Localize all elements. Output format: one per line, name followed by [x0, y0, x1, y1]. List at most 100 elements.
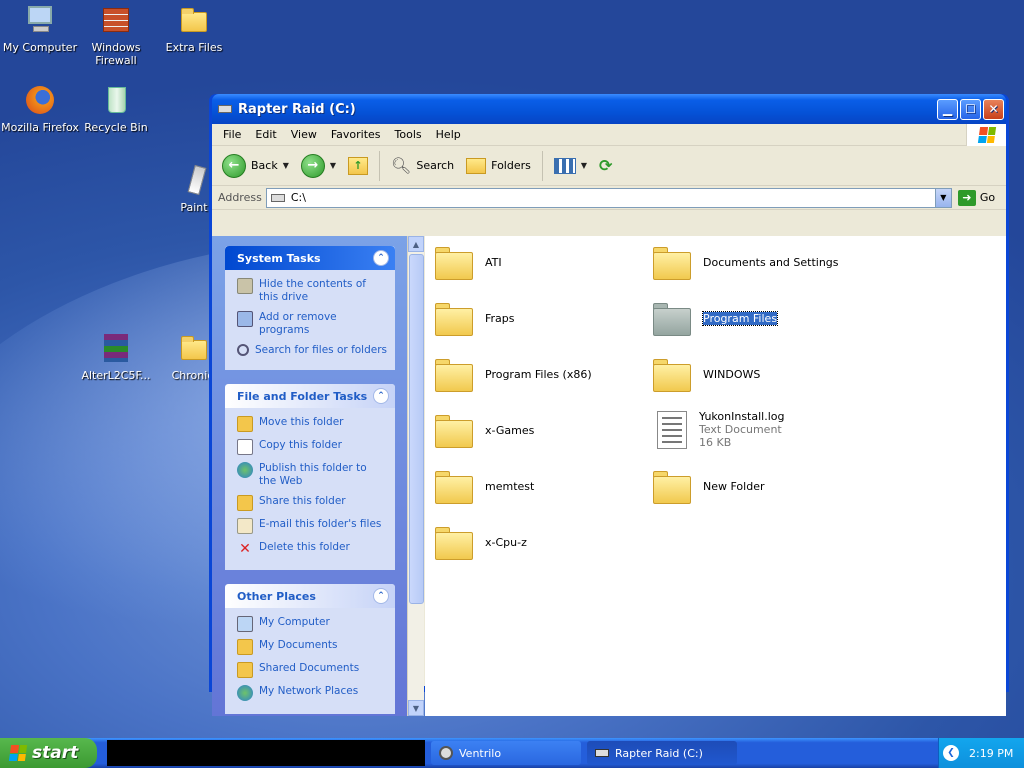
- folder-item[interactable]: x-Games: [435, 414, 534, 448]
- go-button[interactable]: ➜ Go: [957, 189, 995, 206]
- folder-item[interactable]: Program Files (x86): [435, 358, 592, 392]
- text-document-icon: [657, 410, 687, 449]
- menu-edit[interactable]: Edit: [248, 128, 283, 141]
- folder-item[interactable]: New Folder: [653, 470, 764, 504]
- folder-item[interactable]: x-Cpu-z: [435, 526, 527, 560]
- show-hidden-icons-button[interactable]: ❮: [943, 745, 959, 761]
- item-name: x-Cpu-z: [485, 535, 527, 549]
- task-share-folder[interactable]: Share this folder: [237, 495, 387, 511]
- panel-title: File and Folder Tasks: [237, 389, 368, 403]
- desktop-icon-extra-files[interactable]: Extra Files: [154, 4, 234, 54]
- desktop-icon-my-computer[interactable]: My Computer: [0, 4, 80, 54]
- folder-item[interactable]: memtest: [435, 470, 534, 504]
- folder-icon: [435, 526, 473, 560]
- up-folder-button[interactable]: ↑: [344, 154, 372, 178]
- menu-tools[interactable]: Tools: [388, 128, 429, 141]
- menu-bar: File Edit View Favorites Tools Help: [212, 124, 1006, 146]
- back-button[interactable]: ← Back ▼: [218, 151, 293, 181]
- toolbar-separator: [379, 150, 381, 181]
- place-my-computer[interactable]: My Computer: [237, 616, 387, 632]
- task-label: Move this folder: [259, 416, 344, 428]
- desktop-icon-firefox[interactable]: Mozilla Firefox: [0, 84, 80, 134]
- window-title: Rapter Raid (C:): [238, 101, 356, 117]
- scroll-down-button[interactable]: ▼: [408, 700, 424, 716]
- collapse-chevron-icon[interactable]: ⌃: [373, 588, 389, 604]
- place-my-documents[interactable]: My Documents: [237, 639, 387, 655]
- maximize-icon: ☐: [965, 102, 976, 116]
- taskbar-item-explorer[interactable]: Rapter Raid (C:): [587, 741, 737, 765]
- task-search-files[interactable]: Search for files or folders: [237, 344, 387, 357]
- title-bar[interactable]: Rapter Raid (C:) ▁ ☐ ✕: [212, 94, 1006, 124]
- start-label: start: [32, 743, 79, 763]
- folder-item[interactable]: ATI: [435, 246, 502, 280]
- recycle-bin-icon: [99, 84, 133, 118]
- place-label: My Computer: [259, 616, 330, 628]
- minimize-button[interactable]: ▁: [937, 98, 958, 120]
- search-label: Search: [416, 159, 455, 172]
- close-button[interactable]: ✕: [983, 98, 1004, 120]
- task-publish-web[interactable]: Publish this folder to the Web: [237, 462, 387, 488]
- start-button[interactable]: start: [0, 738, 97, 768]
- menu-file[interactable]: File: [216, 128, 248, 141]
- dropdown-arrow-icon[interactable]: ▼: [283, 161, 289, 170]
- firewall-icon: [99, 4, 133, 38]
- scroll-up-button[interactable]: ▲: [408, 236, 424, 252]
- winrar-icon: [99, 332, 133, 366]
- folder-item-selected[interactable]: Program Files: [653, 302, 779, 336]
- share-folder-icon: [237, 495, 253, 511]
- collapse-chevron-icon[interactable]: ⌃: [373, 250, 389, 266]
- other-places-header[interactable]: Other Places ⌃: [225, 584, 395, 608]
- taskbar-item-ventrilo[interactable]: Ventrilo: [431, 741, 581, 765]
- folder-icon: [435, 302, 473, 336]
- desktop-icon-archive[interactable]: AlterL2C5F...: [76, 332, 156, 382]
- menu-favorites[interactable]: Favorites: [324, 128, 388, 141]
- task-hide-contents[interactable]: Hide the contents of this drive: [237, 278, 387, 304]
- scroll-thumb[interactable]: [409, 254, 424, 604]
- task-email-files[interactable]: E-mail this folder's files: [237, 518, 387, 534]
- desktop-icon-windows-firewall[interactable]: Windows Firewall: [76, 4, 156, 67]
- task-delete-folder[interactable]: ✕ Delete this folder: [237, 541, 387, 557]
- task-pane-scrollbar[interactable]: ▲ ▼: [407, 236, 424, 716]
- windows-logo: [966, 124, 1006, 146]
- folder-icon: [177, 332, 211, 366]
- chevron-down-icon: ▼: [940, 193, 947, 202]
- task-move-folder[interactable]: Move this folder: [237, 416, 387, 432]
- menu-view[interactable]: View: [284, 128, 324, 141]
- collapse-chevron-icon[interactable]: ⌃: [373, 388, 389, 404]
- desktop-icon-recycle-bin[interactable]: Recycle Bin: [76, 84, 156, 134]
- place-shared-documents[interactable]: Shared Documents: [237, 662, 387, 678]
- system-tasks-header[interactable]: System Tasks ⌃: [225, 246, 395, 270]
- windows-flag-icon: [8, 745, 28, 761]
- clock[interactable]: 2:19 PM: [969, 747, 1013, 760]
- place-label: Shared Documents: [259, 662, 360, 674]
- folder-item[interactable]: Documents and Settings: [653, 246, 839, 280]
- delete-x-icon: ✕: [239, 541, 251, 557]
- maximize-button[interactable]: ☐: [960, 98, 981, 120]
- item-type: Text Document: [699, 423, 782, 436]
- address-input[interactable]: C:\ ▼: [265, 187, 952, 208]
- explorer-window: Rapter Raid (C:) ▁ ☐ ✕ File Edit View Fa…: [209, 94, 1009, 716]
- toolbar: ← Back ▼ → ▼ ↑ 🔍︎ Search Folders ▼ ⟳: [212, 146, 1006, 186]
- search-button[interactable]: 🔍︎ Search: [387, 153, 458, 178]
- place-label: My Documents: [259, 639, 338, 651]
- place-label: My Network Places: [259, 685, 359, 697]
- menu-help[interactable]: Help: [429, 128, 468, 141]
- views-button[interactable]: ▼: [550, 155, 591, 177]
- sync-button[interactable]: ⟳: [595, 153, 616, 178]
- place-network-places[interactable]: My Network Places: [237, 685, 387, 701]
- folder-item[interactable]: Fraps: [435, 302, 515, 336]
- dropdown-arrow-icon[interactable]: ▼: [330, 161, 336, 170]
- back-label: Back: [251, 159, 278, 172]
- folder-icon: [435, 246, 473, 280]
- drive-icon: [595, 749, 609, 757]
- folders-button[interactable]: Folders: [462, 155, 535, 177]
- file-item[interactable]: YukonInstall.log Text Document 16 KB: [657, 410, 785, 449]
- address-dropdown-button[interactable]: ▼: [934, 188, 951, 207]
- dropdown-arrow-icon: ▼: [580, 161, 588, 170]
- task-copy-folder[interactable]: Copy this folder: [237, 439, 387, 455]
- file-folder-tasks-header[interactable]: File and Folder Tasks ⌃: [225, 384, 395, 408]
- task-add-remove-programs[interactable]: Add or remove programs: [237, 311, 387, 337]
- shared-folder-icon: [237, 662, 253, 678]
- folder-item[interactable]: WINDOWS: [653, 358, 760, 392]
- forward-button[interactable]: → ▼: [297, 151, 340, 181]
